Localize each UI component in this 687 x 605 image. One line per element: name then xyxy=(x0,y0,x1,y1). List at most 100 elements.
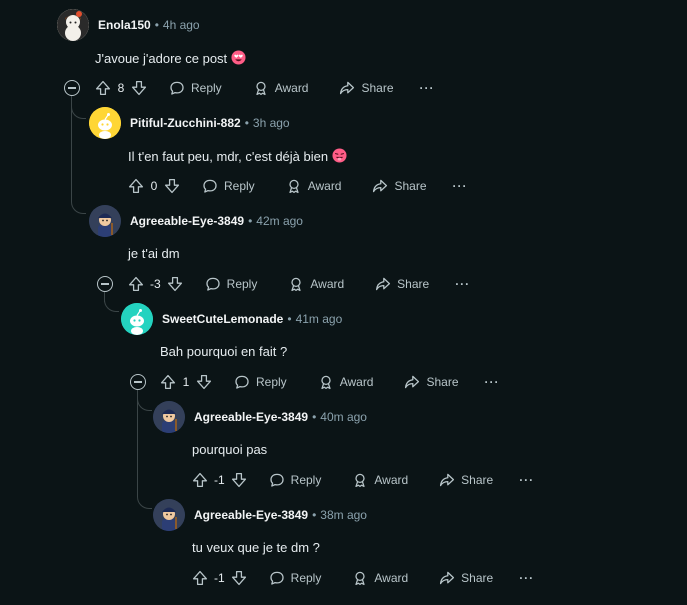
downvote-icon[interactable] xyxy=(167,276,183,292)
upvote-icon[interactable] xyxy=(95,80,111,96)
comment-author[interactable]: SweetCuteLemonade xyxy=(162,312,283,326)
avatar[interactable] xyxy=(57,9,89,41)
collapse-thread-button[interactable] xyxy=(130,374,146,390)
separator-dot: • xyxy=(248,214,253,228)
award-label: Award xyxy=(374,473,409,487)
vote-count: -1 xyxy=(214,571,225,585)
comment-text-content: je t'ai dm xyxy=(128,246,180,261)
upvote-icon[interactable] xyxy=(128,276,144,292)
vote-group: 8 xyxy=(95,80,147,96)
downvote-icon[interactable] xyxy=(231,570,247,586)
more-options-button[interactable]: ··· xyxy=(453,179,468,193)
thread-connector xyxy=(137,396,152,411)
comment-author[interactable]: Agreeable-Eye-3849 xyxy=(194,410,308,424)
award-button[interactable]: Award xyxy=(318,374,373,390)
comment-text: pourquoi pas xyxy=(192,442,267,457)
comment-time[interactable]: 4h ago xyxy=(163,18,200,32)
downvote-icon[interactable] xyxy=(164,178,180,194)
share-label: Share xyxy=(397,277,430,291)
award-button[interactable]: Award xyxy=(288,276,344,292)
vote-count: 8 xyxy=(117,81,125,95)
share-button[interactable]: Share xyxy=(404,374,459,390)
share-icon xyxy=(372,178,388,194)
reply-button[interactable]: Reply xyxy=(202,178,255,194)
comment-text-content: pourquoi pas xyxy=(192,442,268,457)
avatar[interactable] xyxy=(121,303,153,335)
award-button[interactable]: Award xyxy=(352,472,408,488)
reply-button[interactable]: Reply xyxy=(205,276,257,292)
upvote-icon[interactable] xyxy=(192,472,208,488)
award-label: Award xyxy=(274,81,309,95)
downvote-icon[interactable] xyxy=(231,472,247,488)
comment-time[interactable]: 41m ago xyxy=(296,312,343,326)
comment-header: Enola150 • 4h ago xyxy=(57,9,200,41)
reply-icon xyxy=(269,570,285,586)
share-button[interactable]: Share xyxy=(372,178,427,194)
thread-connector xyxy=(71,104,86,119)
comment-text: je t'ai dm xyxy=(128,246,180,261)
reply-label: Reply xyxy=(290,473,322,487)
award-icon xyxy=(352,472,368,488)
reply-button[interactable]: Reply xyxy=(269,570,322,586)
reply-label: Reply xyxy=(290,571,322,585)
more-options-button[interactable]: ··· xyxy=(420,81,435,95)
downvote-icon[interactable] xyxy=(131,80,147,96)
reply-icon xyxy=(205,276,221,292)
comment-action-bar: 8 Reply Award Share ··· xyxy=(95,76,435,100)
avatar[interactable] xyxy=(89,107,121,139)
comment-author[interactable]: Agreeable-Eye-3849 xyxy=(130,214,244,228)
reply-button[interactable]: Reply xyxy=(169,80,222,96)
thread-connector xyxy=(137,494,152,509)
reply-icon xyxy=(169,80,185,96)
reply-icon xyxy=(202,178,218,194)
more-options-button[interactable]: ··· xyxy=(519,571,534,585)
reply-icon xyxy=(269,472,285,488)
award-button[interactable]: Award xyxy=(253,80,309,96)
share-label: Share xyxy=(361,81,394,95)
avatar[interactable] xyxy=(89,205,121,237)
thread-line xyxy=(137,390,138,495)
comment-author[interactable]: Enola150 xyxy=(98,18,151,32)
share-button[interactable]: Share xyxy=(439,472,493,488)
comment-text: J'avoue j'adore ce post xyxy=(95,50,246,66)
more-options-button[interactable]: ··· xyxy=(485,375,500,389)
comment-header: Pitiful-Zucchini-882 • 3h ago xyxy=(89,107,290,139)
comment-time[interactable]: 38m ago xyxy=(320,508,367,522)
separator-dot: • xyxy=(154,18,159,32)
comment-action-bar: 0 Reply Award Share ··· xyxy=(128,174,468,198)
share-icon xyxy=(375,276,391,292)
upvote-icon[interactable] xyxy=(160,374,176,390)
collapse-thread-button[interactable] xyxy=(64,80,80,96)
comment-text-content: J'avoue j'adore ce post xyxy=(95,51,228,66)
comment-time[interactable]: 3h ago xyxy=(253,116,290,130)
tongue-wink-emoji-icon xyxy=(332,148,347,163)
award-label: Award xyxy=(374,571,409,585)
reply-button[interactable]: Reply xyxy=(234,374,287,390)
comment-header: Agreeable-Eye-3849 • 40m ago xyxy=(153,401,367,433)
comment-thread: Enola150 • 4h ago J'avoue j'adore ce pos… xyxy=(0,0,687,605)
share-button[interactable]: Share xyxy=(439,570,493,586)
more-options-button[interactable]: ··· xyxy=(519,473,534,487)
vote-group: 0 xyxy=(128,178,180,194)
downvote-icon[interactable] xyxy=(196,374,212,390)
upvote-icon[interactable] xyxy=(128,178,144,194)
comment-author[interactable]: Agreeable-Eye-3849 xyxy=(194,508,308,522)
reply-button[interactable]: Reply xyxy=(269,472,322,488)
comment-text-content: Il t'en faut peu, mdr, c'est déjà bien xyxy=(128,149,329,164)
avatar[interactable] xyxy=(153,401,185,433)
vote-count: 0 xyxy=(150,179,158,193)
comment-time[interactable]: 42m ago xyxy=(256,214,303,228)
comment-author[interactable]: Pitiful-Zucchini-882 xyxy=(130,116,241,130)
vote-count: 1 xyxy=(182,375,190,389)
upvote-icon[interactable] xyxy=(192,570,208,586)
vote-count: -1 xyxy=(214,473,225,487)
collapse-thread-button[interactable] xyxy=(97,276,113,292)
comment-time[interactable]: 40m ago xyxy=(320,410,367,424)
share-button[interactable]: Share xyxy=(339,80,394,96)
award-button[interactable]: Award xyxy=(286,178,341,194)
award-button[interactable]: Award xyxy=(352,570,408,586)
avatar[interactable] xyxy=(153,499,185,531)
share-icon xyxy=(439,472,455,488)
more-options-button[interactable]: ··· xyxy=(455,277,470,291)
share-button[interactable]: Share xyxy=(375,276,429,292)
